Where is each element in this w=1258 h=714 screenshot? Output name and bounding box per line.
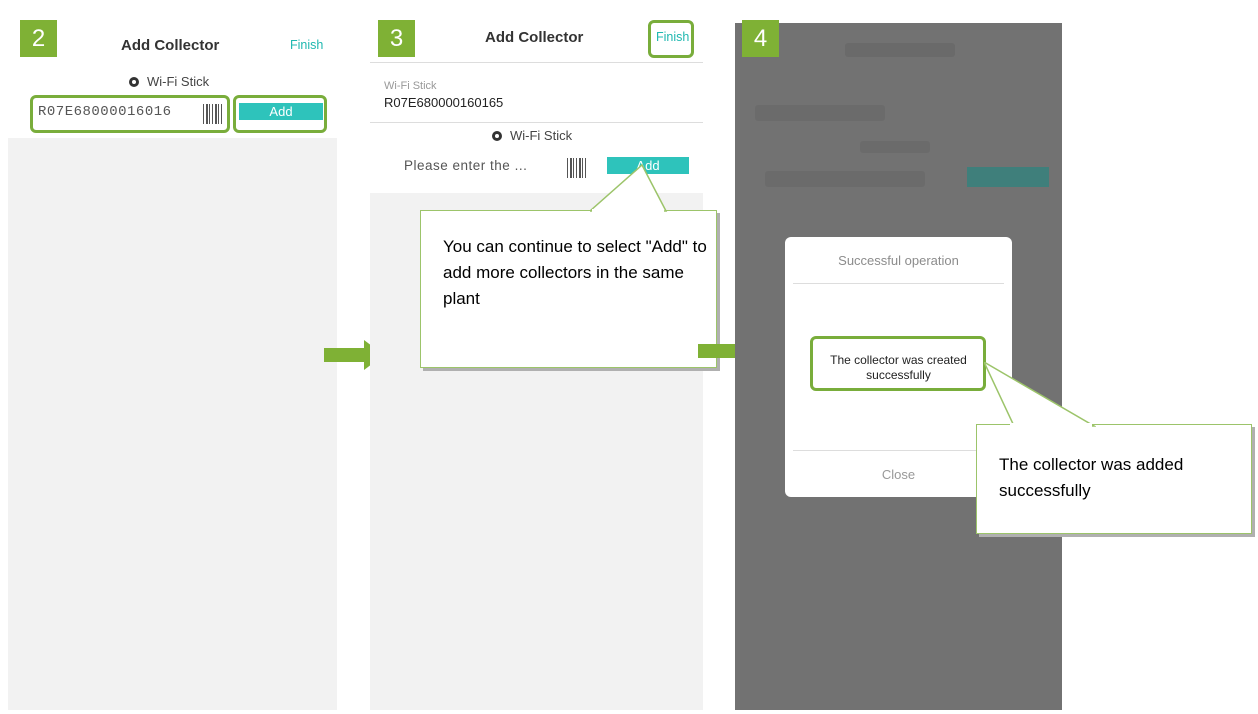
barcode-icon[interactable] — [567, 158, 587, 178]
callout-text: The collector was added successfully — [999, 455, 1184, 500]
wifi-stick-radio[interactable]: Wi-Fi Stick — [492, 128, 572, 143]
callout-text: You can continue to select "Add" to add … — [443, 237, 707, 308]
serial-input[interactable]: Please enter the ... — [404, 158, 527, 173]
callout-pointer — [984, 362, 1096, 428]
dialog-title: Successful operation — [838, 253, 959, 268]
finish-highlight — [648, 20, 694, 58]
finish-button[interactable]: Finish — [290, 38, 323, 52]
divider — [370, 122, 703, 123]
dimmed-input — [765, 171, 925, 187]
divider — [370, 62, 703, 63]
step-badge-2: 2 — [20, 20, 57, 57]
wifi-stick-radio[interactable]: Wi-Fi Stick — [129, 74, 209, 89]
message-highlight — [810, 336, 986, 391]
dimmed-add — [967, 167, 1049, 187]
add-highlight — [233, 95, 327, 133]
callout-added: The collector was added successfully — [976, 424, 1252, 534]
added-collector-serial: R07E680000160165 — [384, 95, 504, 110]
dimmed-title — [845, 43, 955, 57]
divider — [793, 450, 1004, 451]
serial-highlight — [30, 95, 230, 133]
dimmed-radio — [860, 141, 930, 153]
page-title: Add Collector — [121, 37, 220, 54]
callout-add-more: You can continue to select "Add" to add … — [420, 210, 717, 368]
radio-icon — [492, 130, 502, 141]
radio-label: Wi-Fi Stick — [147, 74, 210, 89]
step-badge-3: 3 — [378, 20, 415, 57]
step-badge-4: 4 — [742, 20, 779, 57]
divider — [793, 283, 1004, 284]
page-title: Add Collector — [485, 29, 584, 46]
radio-label: Wi-Fi Stick — [510, 128, 573, 143]
added-collector-label: Wi-Fi Stick — [384, 80, 437, 92]
radio-icon — [129, 76, 139, 87]
callout-pointer — [590, 163, 668, 212]
dimmed-label — [755, 105, 885, 121]
